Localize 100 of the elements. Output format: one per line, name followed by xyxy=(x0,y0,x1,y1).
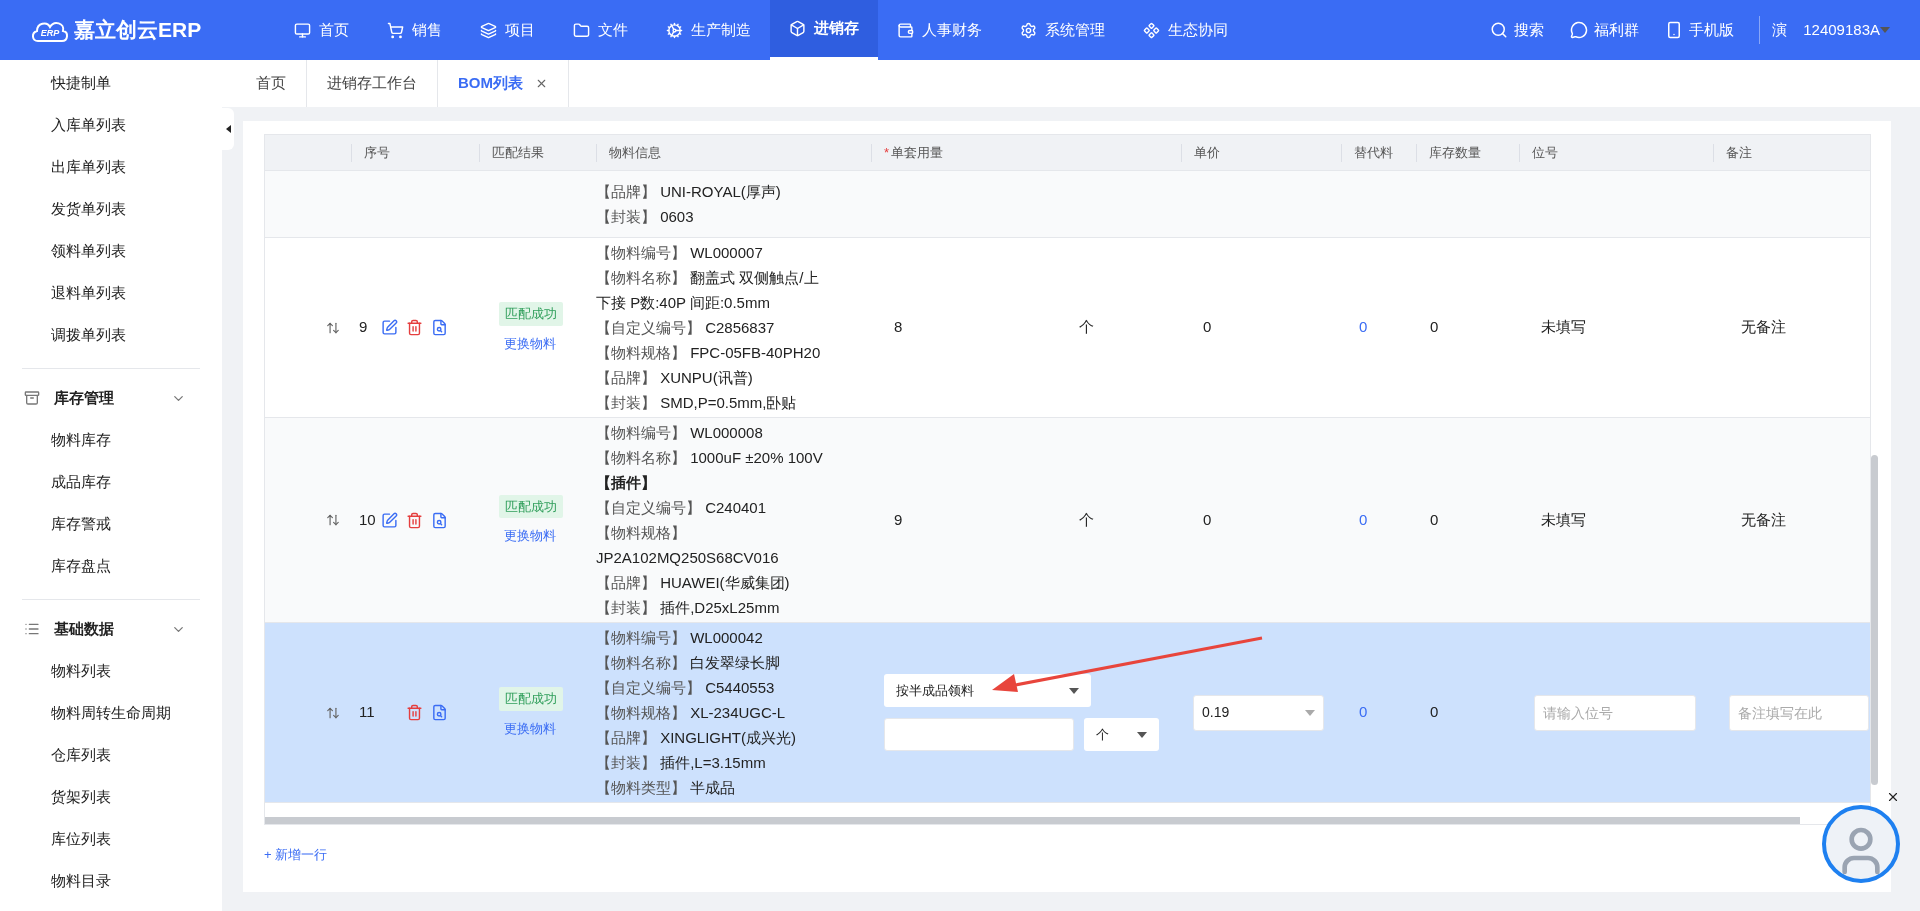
sidebar-item[interactable]: 物料列表 xyxy=(0,650,222,692)
collapse-arrow-icon xyxy=(225,125,231,133)
remark-text: 无备注 xyxy=(1740,509,1787,530)
material-info-line: 【物料规格】 JP2A102MQ250S68CV016 xyxy=(596,523,780,568)
price-text: 0 xyxy=(1202,509,1213,530)
page-tab[interactable]: BOM列表 xyxy=(438,60,569,107)
nav-item[interactable]: 文件 xyxy=(554,0,647,60)
nav-item[interactable]: 生产制造 xyxy=(647,0,770,60)
replace-material-link[interactable]: 更换物料 xyxy=(499,526,556,546)
row-index: 9 xyxy=(359,317,369,338)
match-status-tag: 匹配成功 xyxy=(499,687,563,711)
sidebar-item[interactable]: 调拨单列表 xyxy=(0,314,222,356)
page-tab[interactable]: 首页 xyxy=(236,60,307,107)
delete-icon[interactable] xyxy=(406,704,423,721)
material-info-line: 【品牌】 XINGLIGHT(成兴光) xyxy=(596,728,797,748)
nav-item[interactable]: 项目 xyxy=(461,0,554,60)
material-info-line: 【物料名称】 1000uF ±20% 100V 【插件】 xyxy=(596,448,824,493)
close-icon[interactable] xyxy=(1886,790,1900,804)
sidebar-item[interactable]: 物料目录 xyxy=(0,860,222,902)
delete-icon[interactable] xyxy=(406,511,423,529)
nav-icon xyxy=(573,21,590,39)
quantity-input[interactable] xyxy=(884,718,1074,751)
material-info-line: 【品牌】 HUAWEI(华威集团) xyxy=(596,573,791,593)
substitute-count-link[interactable]: 0 xyxy=(1341,316,1416,339)
sidebar-item[interactable]: 仓库列表 xyxy=(0,734,222,776)
nav-item[interactable]: 人事财务 xyxy=(878,0,1001,60)
replace-material-link[interactable]: 更换物料 xyxy=(499,718,556,738)
replace-material-link[interactable]: 更换物料 xyxy=(499,333,556,353)
vertical-scrollbar[interactable] xyxy=(1871,455,1878,785)
user-name[interactable]: 12409183A xyxy=(1803,18,1880,42)
substitute-count-link[interactable]: 0 xyxy=(1341,508,1416,532)
detail-icon[interactable] xyxy=(431,704,448,721)
unit-select[interactable]: 个 xyxy=(1084,718,1159,751)
edit-icon[interactable] xyxy=(381,511,398,529)
sidebar-item[interactable]: 发货单列表 xyxy=(0,188,222,230)
nav-item[interactable]: 系统管理 xyxy=(1001,0,1124,60)
nav-icon xyxy=(294,21,311,39)
user-avatar[interactable]: 演 xyxy=(1772,18,1788,42)
stock-quantity: 0 xyxy=(1429,702,1440,723)
row-index: 10 xyxy=(359,509,373,530)
column-header: 备注 xyxy=(1726,143,1752,162)
price-select[interactable]: 0.19 xyxy=(1193,694,1324,731)
add-row-link[interactable]: + 新增一行 xyxy=(264,845,328,865)
nav-item[interactable]: 销售 xyxy=(368,0,461,60)
detail-icon[interactable] xyxy=(431,511,448,529)
header-action[interactable]: 搜索 xyxy=(1477,18,1558,42)
match-status-tag: 匹配成功 xyxy=(499,302,563,326)
sidebar-item[interactable]: 货架列表 xyxy=(0,776,222,818)
drag-handle-icon[interactable] xyxy=(326,320,340,335)
sidebar-item[interactable]: 物料周转生命周期 xyxy=(0,692,222,734)
sidebar-group[interactable]: 基础数据 xyxy=(22,608,200,650)
sidebar-item[interactable]: 物料库存 xyxy=(0,419,222,461)
position-input[interactable]: 请输入位号 xyxy=(1534,694,1696,731)
price-text: 0 xyxy=(1202,317,1213,338)
material-info-line: 【物料类型】 半成品 xyxy=(596,778,737,798)
header-action[interactable]: 手机版 xyxy=(1652,18,1748,42)
group-label: 库存管理 xyxy=(54,387,114,408)
material-info-line: 【品牌】 XUNPU(讯普) xyxy=(596,368,754,388)
quantity-text: 8 xyxy=(894,317,904,338)
nav-item[interactable]: 进销存 xyxy=(770,0,878,60)
required-mark: * xyxy=(884,143,890,162)
detail-icon[interactable] xyxy=(431,319,448,336)
horizontal-scrollbar[interactable] xyxy=(265,817,1800,824)
mode-select[interactable]: 按半成品领料 xyxy=(884,674,1091,707)
table-row[interactable]: 11 匹配成功 更换物料 【物料编号】 WL000042 【物料名称】 白发翠绿长脚 【自定义编号】 C5440553 【物料规格】 XL-234UGC-L 【品牌】 XINGLIGHT(成兴光) 【封装】 插件,L=3.15mm 【物料类型】 半成品 按半成品领料 个 0.19 0 0 请输入位号 备注填写在此 xyxy=(265,623,1870,803)
nav-item[interactable]: 首页 xyxy=(275,0,368,60)
remark-input[interactable]: 备注填写在此 xyxy=(1729,694,1869,731)
sidebar-item[interactable]: 领料单列表 xyxy=(0,230,222,272)
sidebar-item[interactable]: 成品库存 xyxy=(0,461,222,503)
position-text: 未填写 xyxy=(1540,317,1587,338)
logo-mark-text: ERP xyxy=(40,26,60,40)
drag-handle-icon[interactable] xyxy=(326,705,340,720)
match-status-tag: 匹配成功 xyxy=(499,494,563,518)
edit-icon[interactable] xyxy=(381,319,398,336)
material-info-line: 【封装】 SMD,P=0.5mm,卧贴 xyxy=(596,393,798,413)
header-action[interactable]: 福利群 xyxy=(1557,18,1653,42)
caret-icon xyxy=(1880,27,1890,33)
position-text: 未填写 xyxy=(1540,509,1587,530)
group-icon xyxy=(24,390,40,406)
nav-item[interactable]: 生态协同 xyxy=(1124,0,1247,60)
drag-handle-icon[interactable] xyxy=(326,513,340,527)
sidebar-item[interactable]: 退料单列表 xyxy=(0,272,222,314)
sidebar-item[interactable]: 库位列表 xyxy=(0,818,222,860)
delete-icon[interactable] xyxy=(406,319,423,336)
material-info-line: 【物料规格】 FPC-05FB-40PH20 xyxy=(596,343,822,363)
table-row[interactable]: 10 匹配成功 更换物料 【物料编号】 WL000008 【物料名称】 1000uF ±20% 100V 【插件】 【自定义编号】 C240401 【物料规格】 JP2A102MQ250S68CV016 【品牌】 HUAWEI(华威集团) 【封装】 插件,D25xL25mm 9 个 0 0 0 未填写 无备注 xyxy=(265,418,1870,623)
material-info-line: 【自定义编号】 C240401 xyxy=(596,498,768,518)
nav-icon xyxy=(1020,21,1037,39)
collapse-handle[interactable] xyxy=(222,108,234,150)
sidebar-item[interactable]: 出库单列表 xyxy=(0,146,222,188)
sidebar-group[interactable]: 库存管理 xyxy=(22,377,200,419)
sidebar-item[interactable]: 入库单列表 xyxy=(0,104,222,146)
page-tab[interactable]: 进销存工作台 xyxy=(307,60,438,107)
column-header: 序号 xyxy=(364,143,390,162)
sidebar-item[interactable]: 库存警戒 xyxy=(0,503,222,545)
sidebar-item[interactable]: 快捷制单 xyxy=(0,62,222,104)
group-icon xyxy=(24,621,40,637)
sidebar-item[interactable]: 库存盘点 xyxy=(0,545,222,587)
substitute-count-link[interactable]: 0 xyxy=(1341,701,1416,724)
material-info-line: 【物料编号】 WL000042 xyxy=(596,628,764,648)
